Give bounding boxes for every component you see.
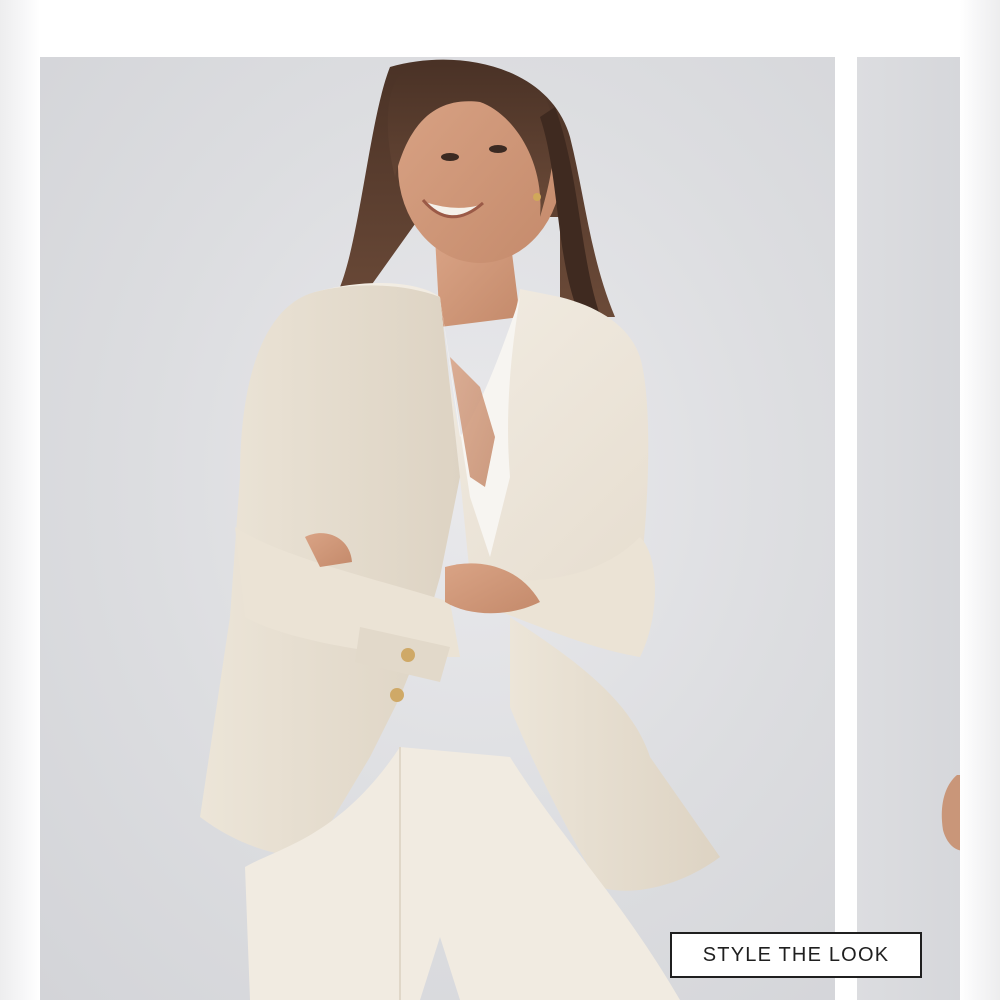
style-the-look-button[interactable]: STYLE THE LOOK xyxy=(670,932,922,978)
carousel-edge-left xyxy=(0,0,40,1000)
model-photo xyxy=(200,59,720,1000)
carousel-edge-right xyxy=(960,0,1000,1000)
next-slide-preview xyxy=(941,775,960,851)
carousel-slide-main[interactable] xyxy=(40,57,835,1000)
carousel-slide-next[interactable] xyxy=(857,57,960,1000)
product-carousel-page: STYLE THE LOOK xyxy=(0,0,1000,1000)
